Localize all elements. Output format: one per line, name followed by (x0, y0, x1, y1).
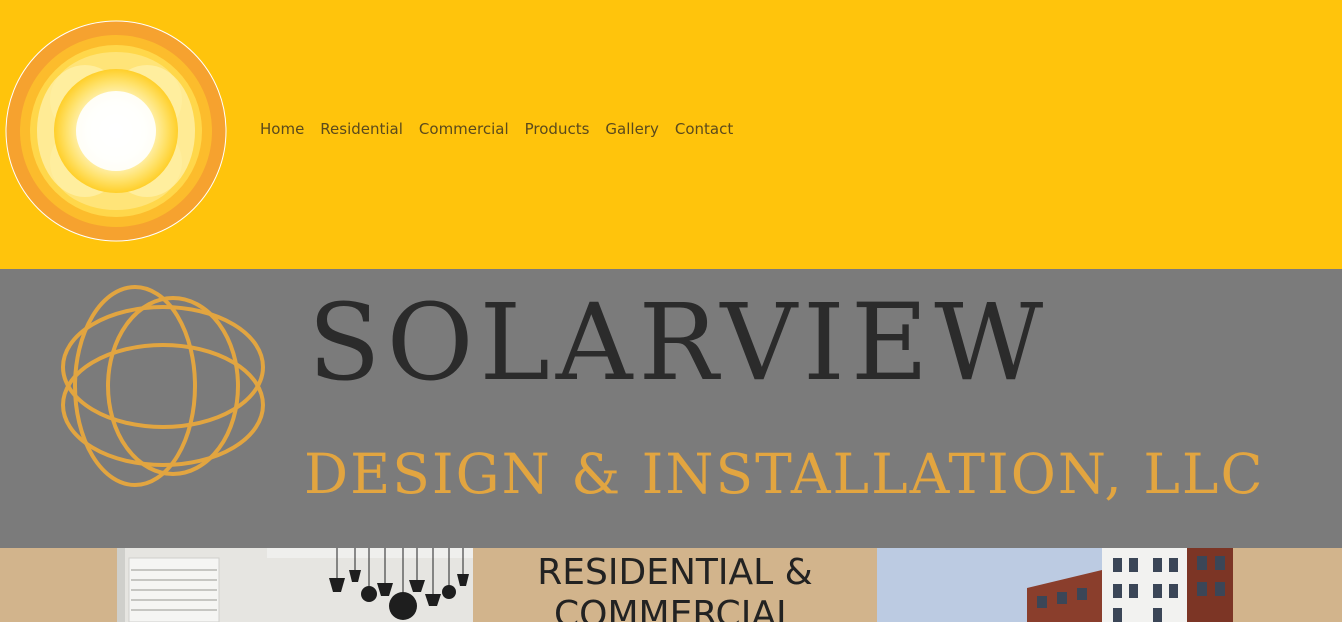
commercial-building-image (877, 548, 1233, 622)
nav-gallery-link[interactable]: Gallery (605, 120, 658, 138)
brand-name: SOLARVIEW (308, 281, 1050, 404)
main-nav: Home Residential Commercial Products Gal… (260, 120, 733, 138)
nav-products-link[interactable]: Products (525, 120, 590, 138)
nav-home-link[interactable]: Home (260, 120, 304, 138)
site-header: Home Residential Commercial Products Gal… (0, 0, 1342, 269)
sun-logo-icon[interactable] (5, 20, 227, 242)
brand-subtitle: DESIGN & INSTALLATION, LLC (304, 442, 1265, 506)
hero-section: RESIDENTIAL & COMMERCIAL (0, 548, 1342, 622)
nav-contact-link[interactable]: Contact (675, 120, 733, 138)
hero-headline: RESIDENTIAL & COMMERCIAL (537, 552, 813, 622)
residential-interior-image (117, 548, 473, 622)
nav-commercial-link[interactable]: Commercial (419, 120, 509, 138)
nav-residential-link[interactable]: Residential (320, 120, 403, 138)
